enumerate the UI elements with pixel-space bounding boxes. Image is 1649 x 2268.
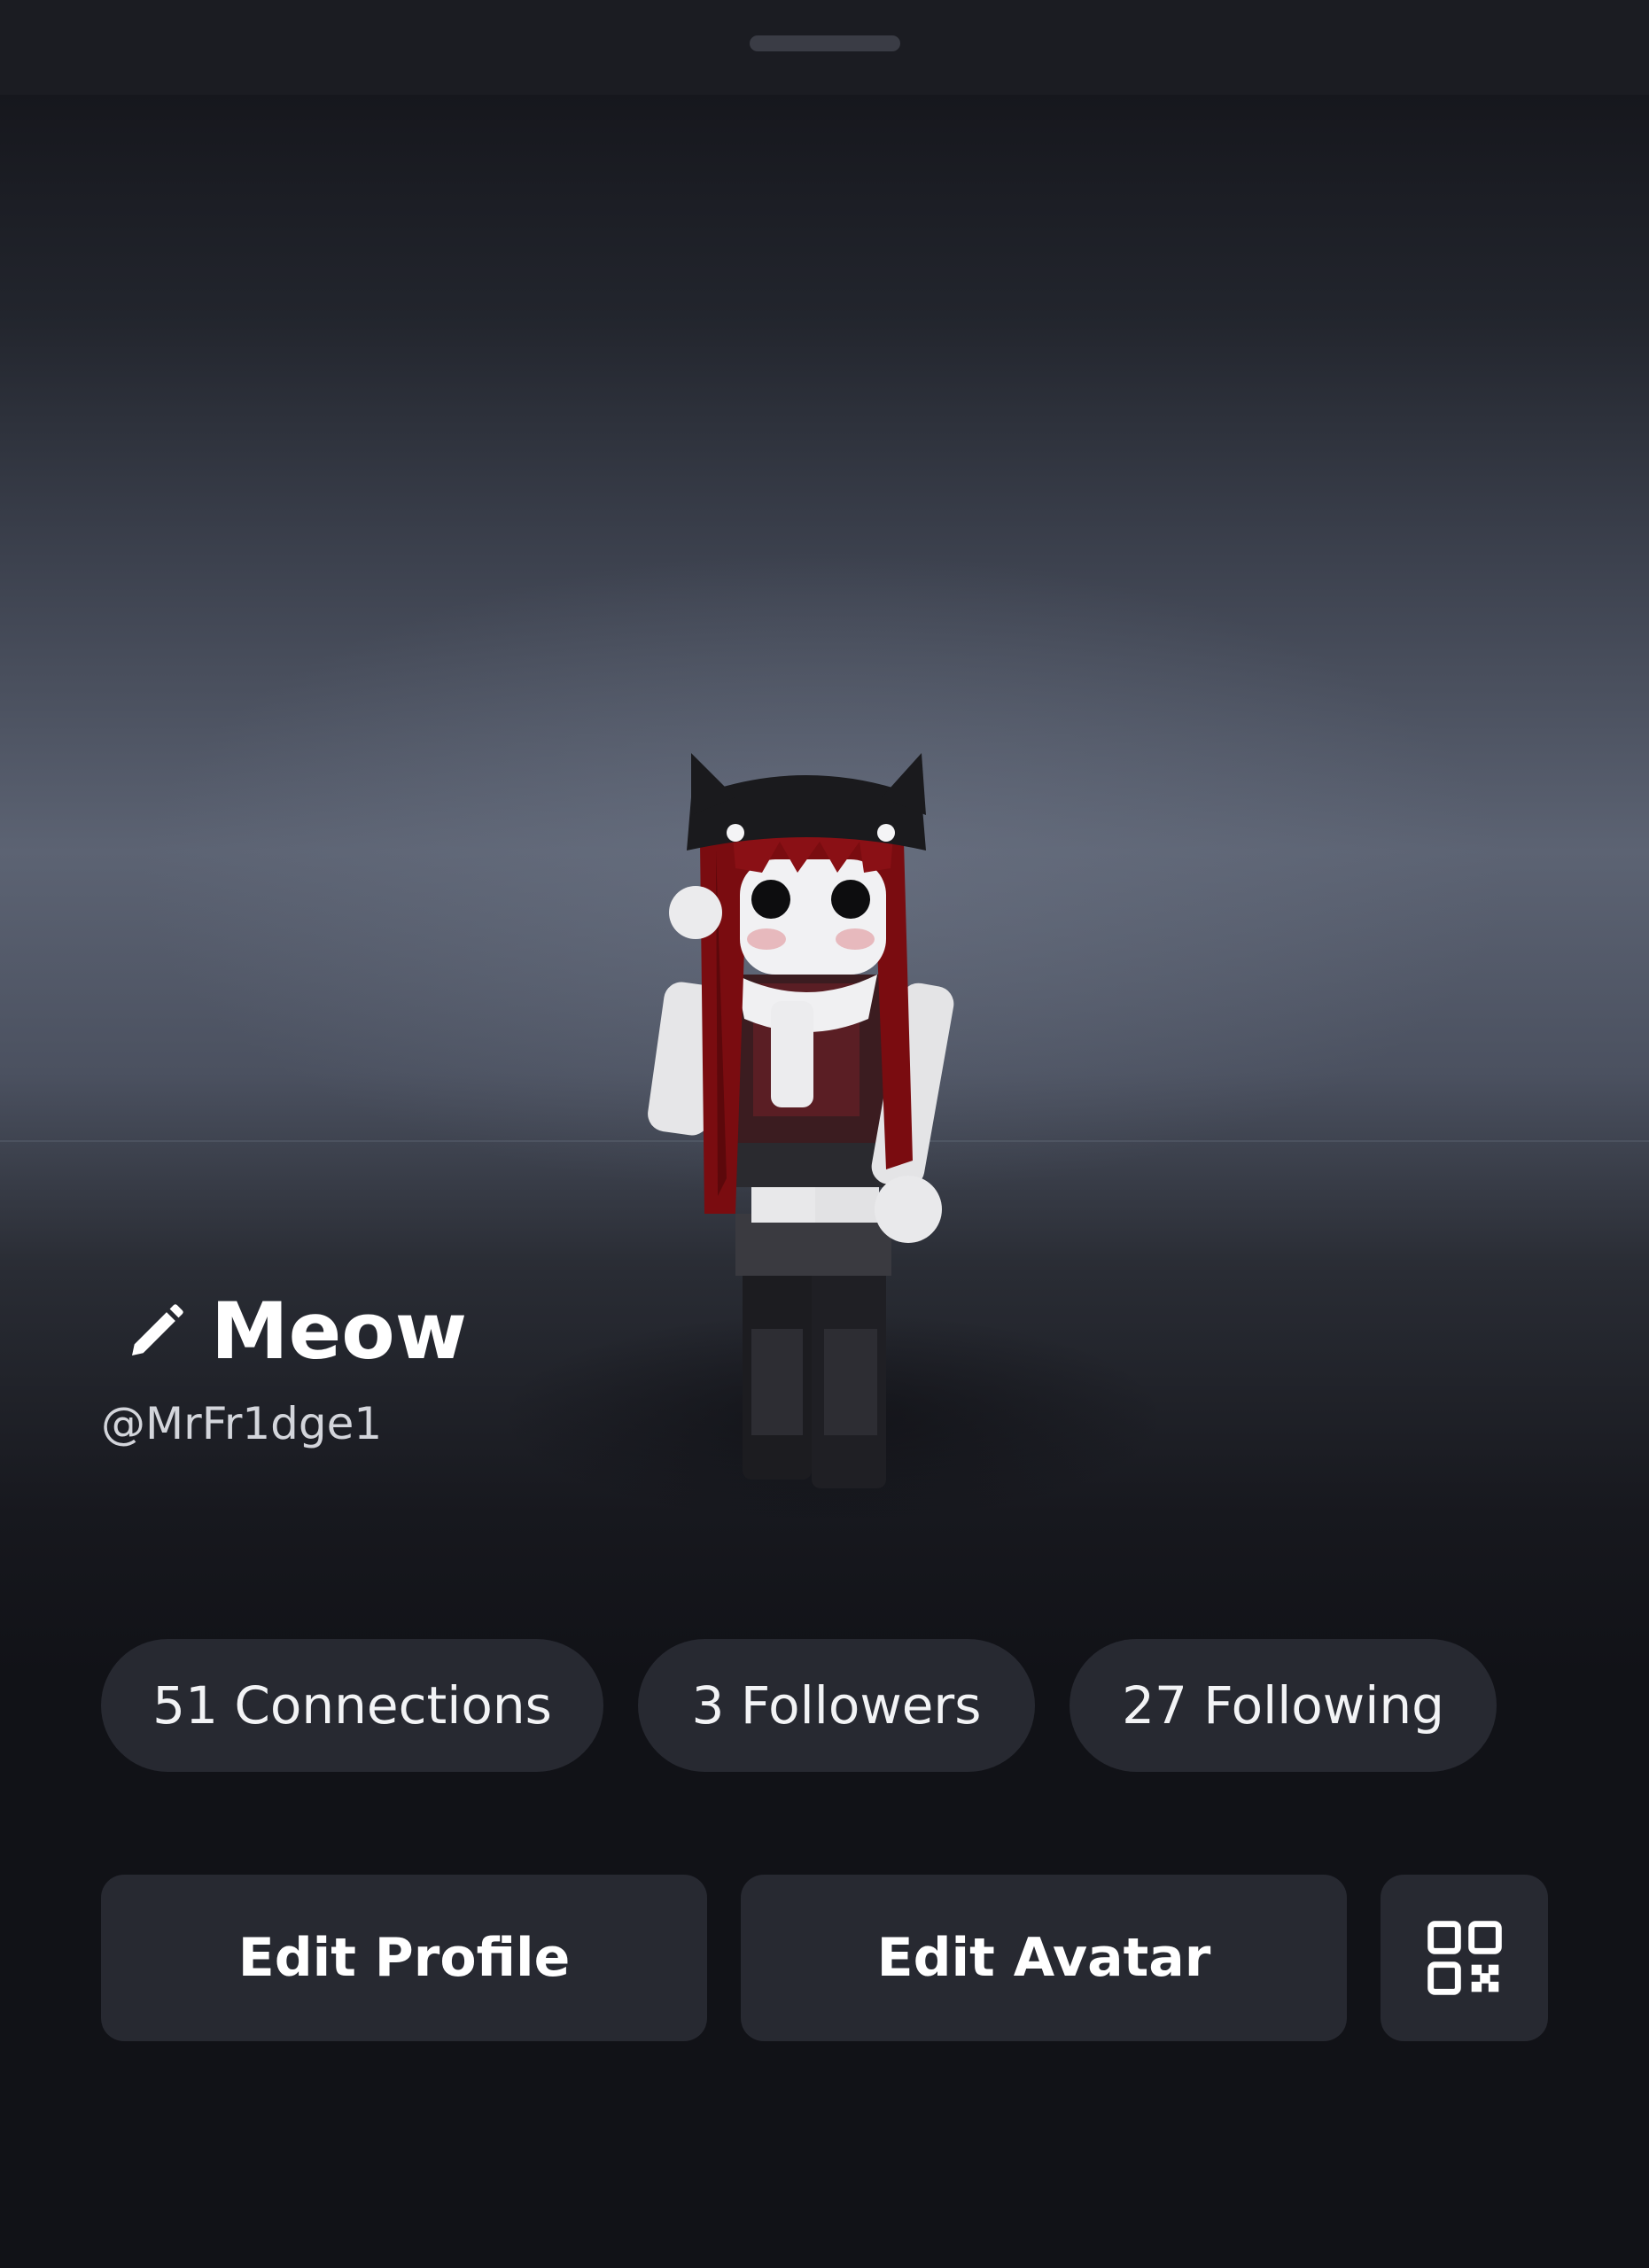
followers-pill[interactable]: 3 Followers xyxy=(638,1639,1035,1772)
drag-handle[interactable] xyxy=(750,35,900,51)
edit-profile-button[interactable]: Edit Profile xyxy=(101,1875,707,2041)
display-name-row[interactable]: Meow xyxy=(124,1283,467,1380)
following-pill[interactable]: 27 Following xyxy=(1070,1639,1497,1772)
username: @MrFr1dge1 xyxy=(101,1398,383,1449)
connections-pill[interactable]: 51 Connections xyxy=(101,1639,603,1772)
profile-sheet: Meow @MrFr1dge1 51 Connections 3 Followe… xyxy=(0,0,1649,2268)
sheet-header xyxy=(0,0,1649,95)
qr-code-icon xyxy=(1427,1921,1502,1995)
avatar-figure xyxy=(648,753,954,1488)
display-name: Meow xyxy=(211,1285,468,1377)
edit-avatar-button[interactable]: Edit Avatar xyxy=(741,1875,1347,2041)
pencil-icon[interactable] xyxy=(124,1300,188,1363)
qr-code-button[interactable] xyxy=(1381,1875,1548,2041)
